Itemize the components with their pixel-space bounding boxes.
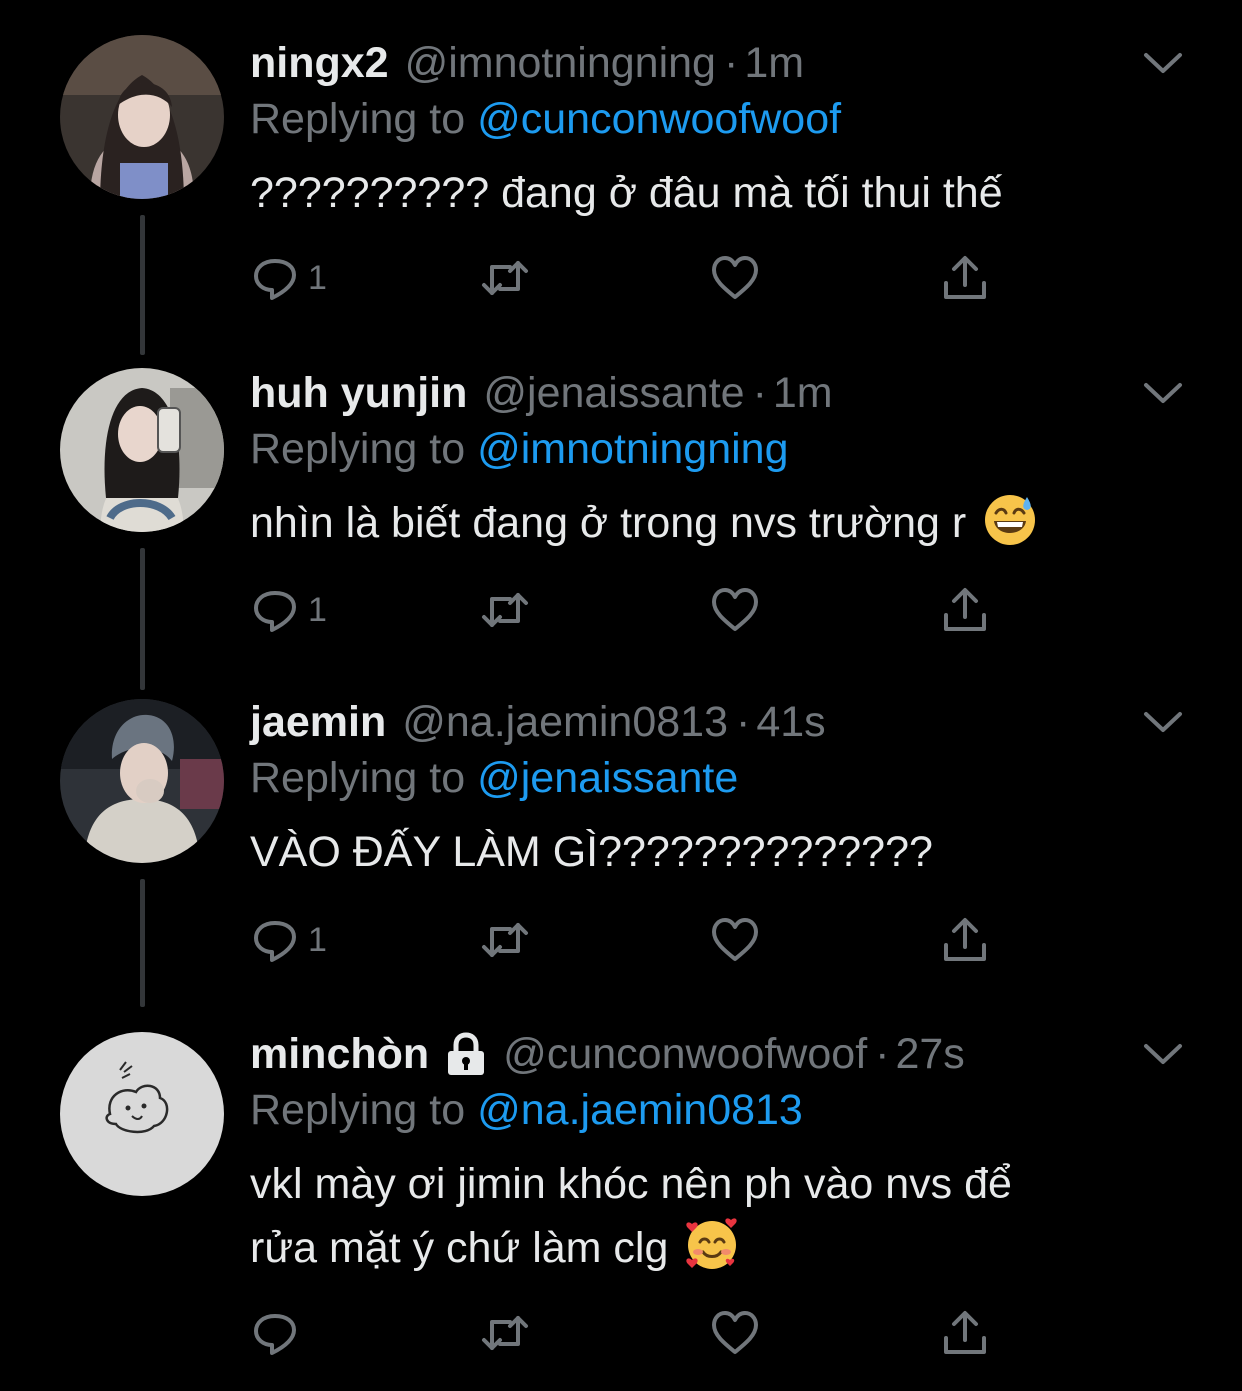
mention-link[interactable]: @jenaissante [477, 754, 738, 802]
separator: · [723, 38, 739, 87]
share-button[interactable] [940, 580, 990, 640]
replying-to: Replying to @imnotningning [250, 425, 789, 474]
replying-prefix: Replying to [250, 1086, 466, 1134]
reply-icon [254, 921, 296, 962]
tweet-text-content: VÀO ĐẤY LÀM GÌ?????????????? [250, 828, 933, 876]
thread-line [140, 215, 145, 355]
retweet-button[interactable] [480, 1303, 530, 1363]
retweet-icon [482, 593, 528, 627]
handle[interactable]: @imnotningning [405, 39, 716, 88]
chevron-down-icon[interactable] [1140, 45, 1186, 81]
display-name[interactable]: huh yunjin [250, 369, 467, 418]
retweet-icon [482, 261, 528, 295]
tweet-text-content: ?????????? đang ở đâu mà tối thui thế [250, 169, 1003, 217]
action-bar: 1 [250, 580, 1010, 640]
thread-line [140, 879, 145, 1007]
share-icon [944, 588, 986, 631]
timestamp[interactable]: 1m [744, 39, 804, 88]
reply-icon [254, 1314, 296, 1355]
tweet-text: VÀO ĐẤY LÀM GÌ?????????????? [250, 820, 1150, 884]
like-button[interactable] [710, 910, 760, 970]
mention-link[interactable]: @na.jaemin0813 [477, 1086, 803, 1134]
replying-to: Replying to @jenaissante [250, 754, 738, 803]
timestamp[interactable]: 27s [895, 1030, 964, 1079]
reply-count: 1 [308, 258, 327, 297]
heart-icon [712, 918, 758, 961]
tweet-text-line-2-wrap: rửa mặt ý chứ làm clg [250, 1216, 1150, 1280]
share-button[interactable] [940, 910, 990, 970]
share-icon [944, 918, 986, 961]
tweet-text-line-1: vkl mày ơi jimin khóc nên ph vào nvs để [250, 1160, 1012, 1208]
display-name[interactable]: jaemin [250, 698, 386, 747]
like-button[interactable] [710, 580, 760, 640]
lock-icon [448, 1032, 485, 1075]
tweet-header: ningx2 @imnotningning · 1m [250, 33, 804, 93]
display-name[interactable]: minchòn [250, 1030, 429, 1079]
chevron-down-icon[interactable] [1140, 375, 1186, 411]
retweet-button[interactable] [480, 248, 530, 308]
timestamp[interactable]: 41s [756, 698, 825, 747]
share-button[interactable] [940, 1303, 990, 1363]
share-icon [944, 256, 986, 299]
retweet-icon [482, 1316, 528, 1350]
tweet-header: huh yunjin @jenaissante · 1m [250, 363, 833, 423]
avatar[interactable] [60, 368, 224, 532]
timestamp[interactable]: 1m [773, 369, 833, 418]
mention-link[interactable]: @imnotningning [477, 425, 788, 473]
separator: · [875, 1029, 890, 1078]
reply-button[interactable] [250, 1303, 308, 1363]
separator: · [752, 368, 767, 417]
grinning-face-with-sweat-icon [985, 495, 1036, 545]
tweet-header: jaemin @na.jaemin0813 · 41s [250, 692, 826, 752]
avatar[interactable] [60, 1032, 224, 1196]
heart-icon [712, 1311, 758, 1354]
replying-to: Replying to @cunconwoofwoof [250, 95, 841, 144]
avatar[interactable] [60, 35, 224, 199]
retweet-icon [482, 923, 528, 957]
tweet-text: vkl mày ơi jimin khóc nên ph vào nvs để … [250, 1152, 1150, 1280]
tweet-header: minchòn @cunconwoofwoof · 27s [250, 1024, 965, 1084]
tweet-text: ?????????? đang ở đâu mà tối thui thế [250, 161, 1150, 225]
display-name[interactable]: ningx2 [250, 39, 389, 88]
replying-prefix: Replying to [250, 754, 466, 802]
handle[interactable]: @cunconwoofwoof [503, 1030, 867, 1079]
separator: · [736, 697, 751, 746]
action-bar [250, 1303, 1010, 1363]
action-bar: 1 [250, 248, 1010, 308]
replying-to: Replying to @na.jaemin0813 [250, 1086, 803, 1135]
action-bar: 1 [250, 910, 1010, 970]
like-button[interactable] [710, 1303, 760, 1363]
heart-icon [712, 588, 758, 631]
tweet-text-content: nhìn là biết đang ở trong nvs trường r [250, 499, 967, 547]
like-button[interactable] [710, 248, 760, 308]
heart-icon [712, 256, 758, 299]
chevron-down-icon[interactable] [1140, 704, 1186, 740]
mention-link[interactable]: @cunconwoofwoof [477, 95, 841, 143]
thread-line [140, 548, 145, 690]
reply-icon [254, 259, 296, 300]
share-button[interactable] [940, 248, 990, 308]
retweet-button[interactable] [480, 910, 530, 970]
handle[interactable]: @na.jaemin0813 [402, 698, 728, 747]
handle[interactable]: @jenaissante [483, 369, 744, 418]
tweet-text: nhìn là biết đang ở trong nvs trường r [250, 491, 1150, 555]
replying-prefix: Replying to [250, 425, 466, 473]
reply-thread: ningx2 @imnotningning · 1m Replying to @… [0, 0, 1242, 1391]
tweet-text-line-2: rửa mặt ý chứ làm clg [250, 1224, 669, 1272]
chevron-down-icon[interactable] [1140, 1036, 1186, 1072]
reply-count: 1 [308, 590, 327, 629]
reply-count: 1 [308, 920, 327, 959]
avatar[interactable] [60, 699, 224, 863]
share-icon [944, 1311, 986, 1354]
smiling-face-with-hearts-icon [686, 1218, 738, 1269]
reply-button[interactable]: 1 [250, 910, 327, 970]
reply-button[interactable]: 1 [250, 248, 327, 308]
reply-button[interactable]: 1 [250, 580, 327, 640]
replying-prefix: Replying to [250, 95, 466, 143]
retweet-button[interactable] [480, 580, 530, 640]
reply-icon [254, 591, 296, 632]
